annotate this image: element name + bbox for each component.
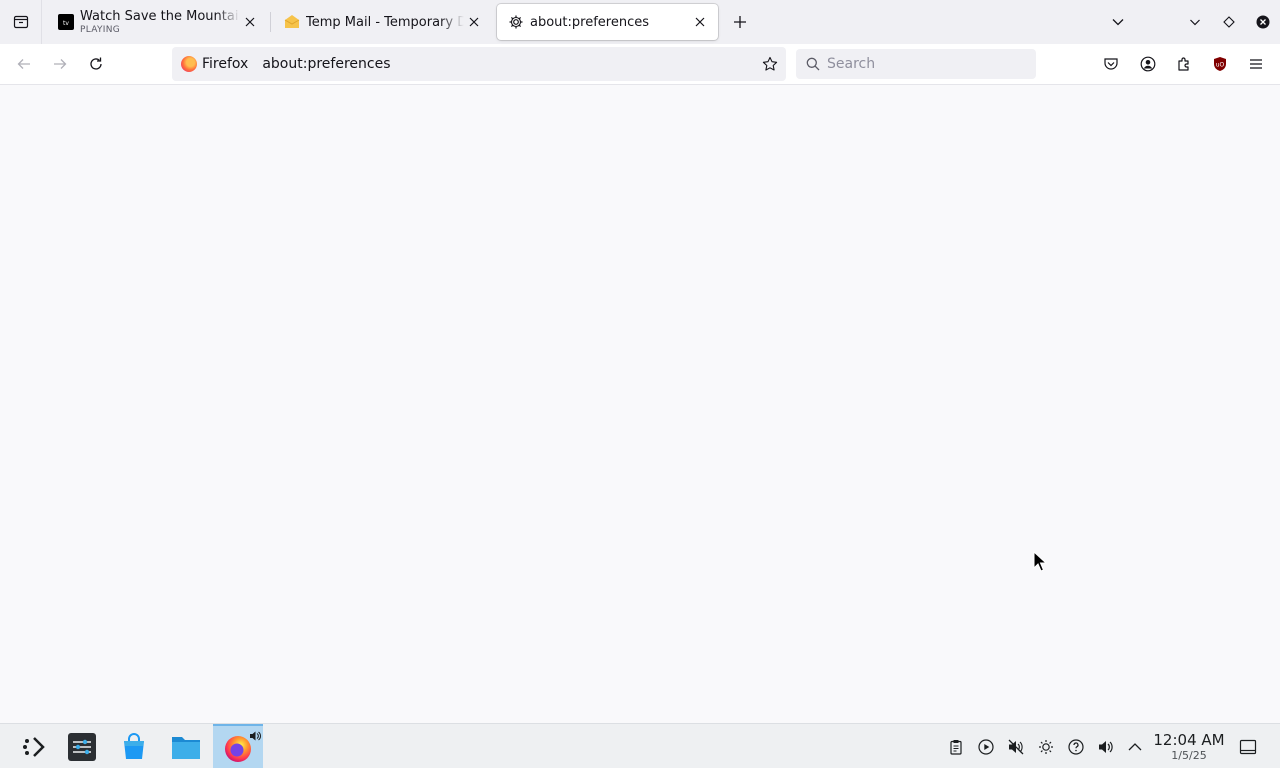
maximize-button[interactable]	[1217, 10, 1241, 34]
firefox-view-icon	[13, 15, 28, 29]
pocket-icon	[1104, 58, 1118, 70]
forward-button[interactable]	[48, 52, 72, 76]
close-tab-icon[interactable]	[240, 12, 260, 32]
volume-tray[interactable]	[1097, 738, 1115, 756]
url-text[interactable]: about:preferences	[262, 56, 758, 72]
identity-label: Firefox	[202, 56, 249, 72]
close-tab-icon[interactable]	[464, 12, 484, 32]
minimize-button[interactable]	[1183, 10, 1207, 34]
navigation-toolbar: Firefox about:preferences uO	[0, 44, 1280, 85]
close-icon	[1256, 15, 1270, 29]
search-bar[interactable]	[796, 49, 1036, 79]
show-hidden-icons-button[interactable]	[1126, 738, 1144, 756]
speaker-icon	[1099, 741, 1113, 753]
clock-time: 12:04 AM	[1153, 731, 1225, 749]
firefox-view-button[interactable]	[0, 0, 42, 44]
chevron-down-icon	[1112, 19, 1124, 26]
account-button[interactable]	[1136, 52, 1160, 76]
tab-separator	[270, 12, 271, 32]
app-menu-button[interactable]	[1244, 52, 1268, 76]
back-button[interactable]	[12, 52, 36, 76]
sun-icon	[1039, 740, 1053, 754]
pocket-button[interactable]	[1099, 52, 1123, 76]
tab-apple-tv[interactable]: tv Watch Save the Mountain PLAYING	[50, 4, 264, 40]
media-player-tray[interactable]	[977, 738, 995, 756]
search-input[interactable]	[827, 56, 1017, 72]
taskbar-file-manager[interactable]	[164, 724, 208, 768]
launcher-icon	[23, 736, 45, 757]
minimize-icon	[1190, 19, 1200, 26]
taskbar-system-settings[interactable]	[60, 724, 104, 768]
reload-icon	[90, 57, 102, 70]
maximize-icon	[1223, 16, 1235, 28]
account-icon	[1140, 56, 1156, 72]
application-launcher[interactable]	[12, 724, 56, 768]
question-circle-icon	[1068, 739, 1084, 755]
settings-app-icon	[68, 732, 96, 761]
tab-strip: tv Watch Save the Mountain PLAYING Temp …	[0, 0, 1280, 44]
search-icon	[805, 56, 821, 72]
hamburger-menu-icon	[1250, 59, 1262, 69]
close-window-button[interactable]	[1251, 10, 1275, 34]
ublock-origin-button[interactable]: uO	[1208, 52, 1232, 76]
brightness-tray[interactable]	[1037, 738, 1055, 756]
tab-title: about:preferences	[530, 14, 649, 30]
taskbar-firefox[interactable]	[213, 724, 263, 768]
tab-temp-mail[interactable]: Temp Mail - Temporary Disposable Email	[276, 4, 488, 40]
identity-box[interactable]: Firefox	[172, 47, 262, 81]
audio-playing-icon	[250, 731, 261, 741]
tab-about-preferences[interactable]: about:preferences	[497, 4, 718, 40]
store-bag-icon	[124, 732, 144, 759]
url-bar[interactable]: Firefox about:preferences	[172, 47, 786, 81]
tab-audio-status: PLAYING	[80, 25, 121, 35]
tab-title: Watch Save the Mountain	[80, 9, 240, 24]
close-tab-icon[interactable]	[690, 12, 710, 32]
new-tab-button[interactable]	[728, 10, 752, 34]
show-desktop-button[interactable]	[1239, 738, 1257, 756]
chevron-up-icon	[1128, 743, 1142, 751]
clipboard-tray[interactable]	[947, 738, 965, 756]
reload-button[interactable]	[84, 52, 108, 76]
mouse-pointer-icon	[1033, 551, 1047, 572]
help-tray[interactable]	[1067, 738, 1085, 756]
list-all-tabs-button[interactable]	[1106, 10, 1130, 34]
arrow-right-icon	[54, 59, 67, 69]
svg-text:tv: tv	[63, 20, 69, 27]
extensions-button[interactable]	[1172, 52, 1196, 76]
clock-date: 1/5/25	[1171, 749, 1207, 762]
appletv-icon: tv	[58, 14, 74, 30]
desktop-icon	[1239, 739, 1257, 755]
play-circle-icon	[978, 739, 994, 755]
svg-text:uO: uO	[1216, 62, 1225, 69]
star-icon	[762, 56, 778, 71]
tempmail-icon	[284, 14, 300, 30]
speaker-muted-icon	[1008, 739, 1024, 755]
clipboard-icon	[950, 740, 962, 755]
page-content	[0, 85, 1280, 723]
plus-icon	[734, 16, 746, 28]
ublock-shield-icon: uO	[1214, 57, 1226, 71]
firefox-icon	[181, 56, 197, 72]
taskbar-discover[interactable]	[112, 724, 156, 768]
gear-icon	[508, 14, 524, 30]
puzzle-icon	[1178, 57, 1189, 71]
bookmark-star-button[interactable]	[758, 52, 782, 76]
taskbar: 12:04 AM 1/5/25	[0, 723, 1280, 768]
tab-title: Temp Mail - Temporary Disposable Email	[306, 14, 464, 30]
arrow-left-icon	[17, 59, 30, 69]
digital-clock[interactable]: 12:04 AM 1/5/25	[1150, 732, 1228, 763]
microphone-muted-tray[interactable]	[1007, 738, 1025, 756]
folder-icon	[172, 736, 200, 759]
